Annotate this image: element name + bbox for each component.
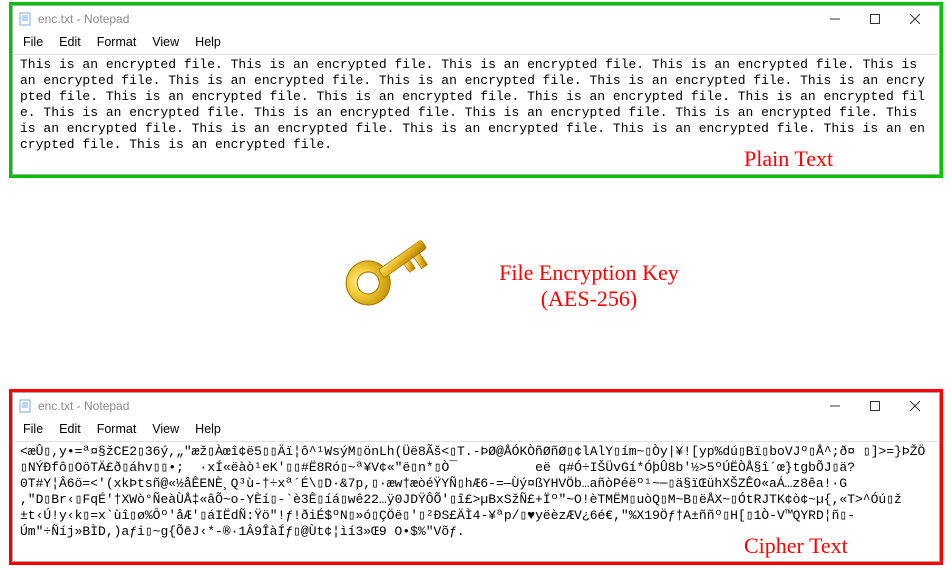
minimize-button[interactable] (815, 7, 855, 31)
label-key-line1: File Encryption Key (499, 260, 679, 285)
maximize-button[interactable] (855, 394, 895, 418)
menu-view[interactable]: View (146, 34, 185, 50)
text-area-plain[interactable]: This is an encrypted file. This is an en… (14, 54, 938, 173)
window-title: enc.txt - Notepad (38, 12, 129, 26)
notepad-window-plain: enc.txt - Notepad File Edit Format View … (12, 5, 940, 175)
notepad-icon (19, 12, 33, 26)
notepad-icon (19, 399, 33, 413)
label-encryption-key: File Encryption Key (AES-256) (484, 260, 694, 312)
minimize-button[interactable] (815, 394, 855, 418)
close-button[interactable] (895, 7, 935, 31)
notepad-window-cipher: enc.txt - Notepad File Edit Format View … (12, 392, 940, 562)
menu-bar: File Edit Format View Help (13, 419, 939, 439)
menu-format[interactable]: Format (91, 421, 143, 437)
menu-help[interactable]: Help (189, 34, 227, 50)
window-controls (815, 7, 935, 31)
menu-bar: File Edit Format View Help (13, 32, 939, 52)
close-button[interactable] (895, 394, 935, 418)
title-bar: enc.txt - Notepad (13, 393, 939, 419)
menu-help[interactable]: Help (189, 421, 227, 437)
gold-key-icon (340, 230, 460, 350)
window-controls (815, 394, 935, 418)
menu-edit[interactable]: Edit (53, 34, 87, 50)
text-area-cipher[interactable]: <æÛ▯,y•=ª¤§žCE2▯36ý,„"æž▯Àœî¢ë5▯▯Äï¦ô^¹W… (14, 441, 938, 560)
window-title: enc.txt - Notepad (38, 399, 129, 413)
menu-file[interactable]: File (17, 34, 49, 50)
label-key-line2: (AES-256) (541, 286, 638, 311)
title-bar: enc.txt - Notepad (13, 6, 939, 32)
menu-view[interactable]: View (146, 421, 185, 437)
menu-format[interactable]: Format (91, 34, 143, 50)
maximize-button[interactable] (855, 7, 895, 31)
menu-file[interactable]: File (17, 421, 49, 437)
menu-edit[interactable]: Edit (53, 421, 87, 437)
